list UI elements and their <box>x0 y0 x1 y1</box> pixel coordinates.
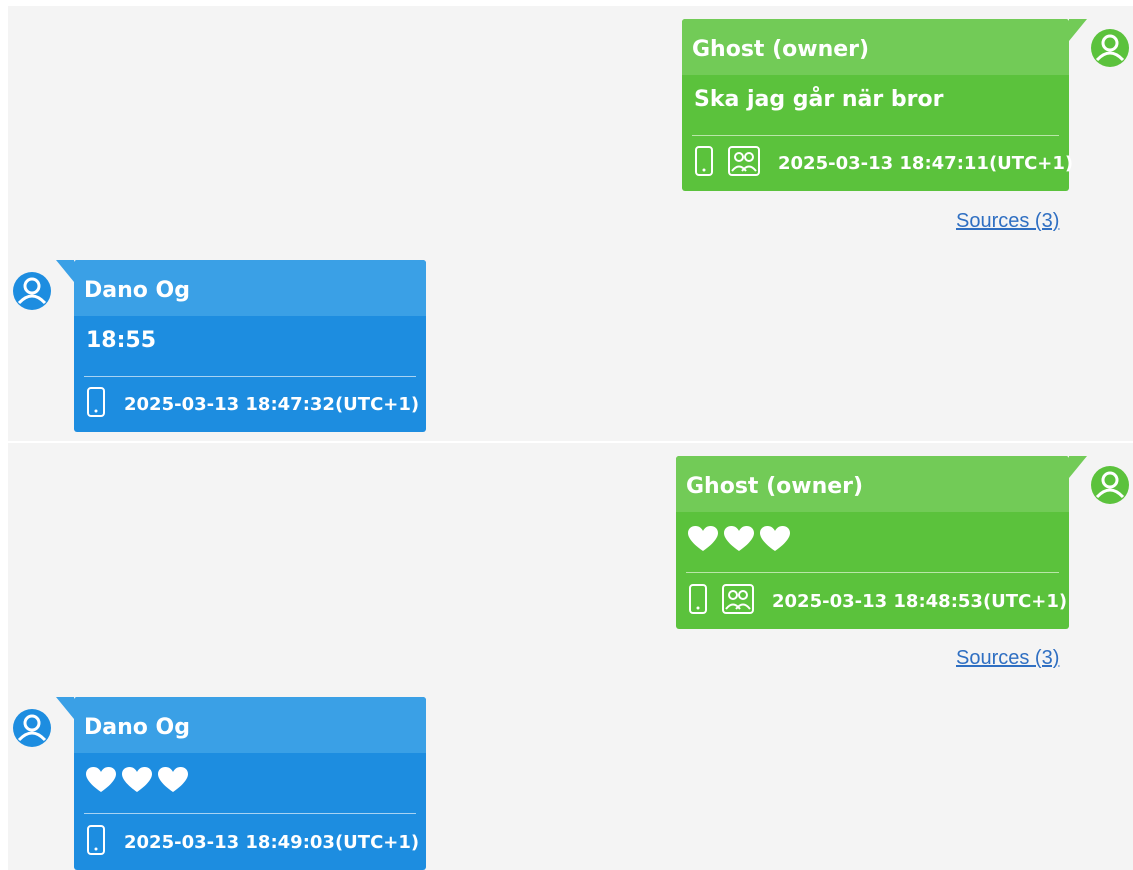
message-meta: 2025-03-13 18:47:11(UTC+1) <box>682 136 1073 191</box>
outgoing-message-bubble[interactable]: Ghost (owner) 2025-03-13 18:48:53(UTC+1) <box>676 456 1087 629</box>
message-timestamp: 2025-03-13 18:47:32(UTC+1) <box>124 394 420 415</box>
sender-name: Ghost (owner) <box>682 19 1069 75</box>
bubble-tail <box>56 697 74 719</box>
incoming-message-bubble[interactable]: Dano Og 2025-03-13 18:49:03(UTC+1) <box>56 697 426 870</box>
message-timestamp: 2025-03-13 18:47:11(UTC+1) <box>778 153 1074 174</box>
message-timestamp: 2025-03-13 18:49:03(UTC+1) <box>124 832 420 853</box>
heart-icon <box>158 767 188 792</box>
message-text: Ska jag går när bror <box>694 87 944 112</box>
chat-section: Ghost (owner) Ska jag går när bror 2025-… <box>8 6 1133 440</box>
heart-icon <box>688 526 718 551</box>
bubble-tail <box>56 260 74 282</box>
sender-name: Dano Og <box>74 260 426 316</box>
message-meta: 2025-03-13 18:48:53(UTC+1) <box>676 574 1069 629</box>
group-icon <box>722 584 754 619</box>
message-text <box>676 512 1069 572</box>
sources-link[interactable]: Sources (3) <box>956 647 1059 670</box>
phone-icon <box>688 583 708 620</box>
heart-icon <box>724 526 754 551</box>
divider <box>84 813 416 814</box>
heart-icon <box>86 767 116 792</box>
user-avatar-icon <box>12 271 52 311</box>
message-text <box>74 753 426 813</box>
outgoing-message-bubble[interactable]: Ghost (owner) Ska jag går när bror 2025-… <box>682 19 1087 191</box>
sender-name: Ghost (owner) <box>676 456 1069 512</box>
phone-icon <box>694 145 714 182</box>
message-timestamp: 2025-03-13 18:48:53(UTC+1) <box>772 591 1068 612</box>
heart-emoji-group <box>86 765 414 793</box>
sources-link[interactable]: Sources (3) <box>956 210 1059 233</box>
bubble-tail <box>1069 19 1087 41</box>
user-avatar-icon <box>12 708 52 748</box>
message-text: 18:55 <box>86 328 157 353</box>
chat-view: Ghost (owner) Ska jag går när bror 2025-… <box>8 6 1133 870</box>
bubble-tail <box>1069 456 1087 478</box>
user-avatar-icon <box>1090 465 1130 505</box>
user-avatar-icon <box>1090 28 1130 68</box>
message-meta: 2025-03-13 18:49:03(UTC+1) <box>74 815 426 870</box>
incoming-message-bubble[interactable]: Dano Og 18:55 2025-03-13 18:47:32(UTC+1) <box>56 260 426 432</box>
group-icon <box>728 146 760 181</box>
divider <box>686 572 1059 573</box>
chat-section: Ghost (owner) 2025-03-13 18:48:53(UTC+1) <box>8 443 1133 870</box>
phone-icon <box>86 386 106 423</box>
message-meta: 2025-03-13 18:47:32(UTC+1) <box>74 377 426 432</box>
phone-icon <box>86 824 106 861</box>
heart-icon <box>122 767 152 792</box>
sender-name: Dano Og <box>74 697 426 753</box>
heart-icon <box>760 526 790 551</box>
heart-emoji-group <box>688 524 1057 552</box>
